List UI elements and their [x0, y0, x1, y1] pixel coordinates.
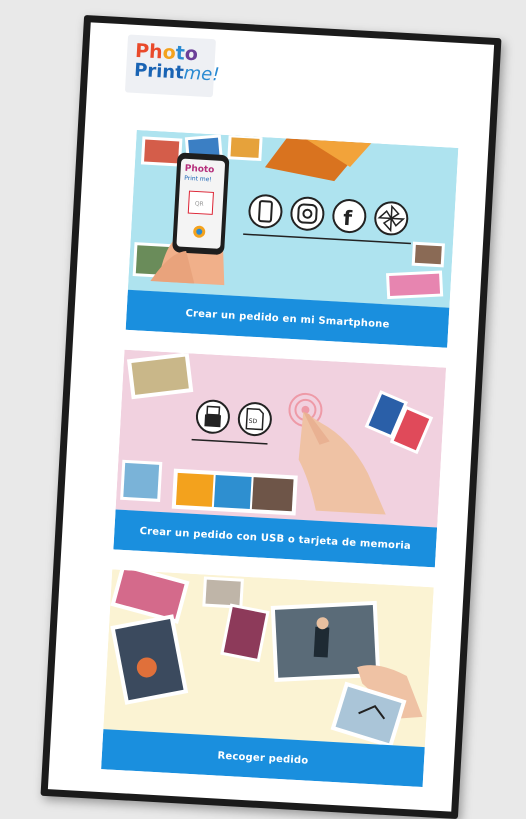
- smartphone-illustration: Photo Print me! QR f: [127, 130, 459, 308]
- pinwheel-icon: [374, 201, 409, 236]
- logo-word-me: me!: [183, 62, 221, 86]
- svg-text:f: f: [343, 206, 353, 230]
- usb-card-illustration: SD: [115, 349, 447, 528]
- option-smartphone-order[interactable]: Photo Print me! QR f Crear un pedido en …: [125, 130, 459, 348]
- kiosk-screen: Photo Printme! Photo Print me! QR f Crea…: [40, 14, 502, 819]
- logo-word-print: Print: [133, 59, 185, 84]
- smartphone-icon: [248, 194, 283, 229]
- photoprintme-logo: Photo Printme!: [124, 34, 220, 98]
- sd-card-text: SD: [249, 418, 258, 425]
- option-collect-order[interactable]: Recoger pedido: [101, 569, 434, 788]
- instagram-icon: [290, 196, 325, 231]
- sd-card-icon: SD: [237, 402, 272, 437]
- phone-screen-brand: Photo: [184, 164, 214, 176]
- collect-order-illustration: [103, 569, 434, 748]
- facebook-icon: f: [332, 199, 367, 234]
- usb-drive-icon: [195, 399, 230, 434]
- option-usb-memory-order[interactable]: SD Crear un pedido con USB o tarjeta de …: [113, 349, 447, 568]
- phone-screen-brand-sub: Print me!: [184, 175, 212, 184]
- qr-code-label: QR: [195, 200, 204, 207]
